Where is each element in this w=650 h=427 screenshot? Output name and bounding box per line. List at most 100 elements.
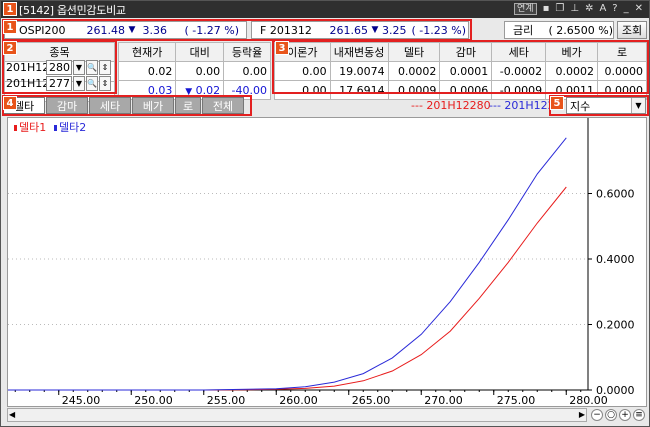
table-cell: 0.0002 (545, 61, 599, 81)
zoom-reset-icon[interactable]: ○ (605, 409, 617, 421)
table-cell: 0.00 (274, 80, 331, 100)
header-pct: 등락율 (223, 42, 271, 62)
chevron-down-icon[interactable]: ▼ (631, 98, 645, 113)
title-bar: 1 [5142] 옵션민감도비교 연계 ▪ ❐ ⊥ ✲ A ? _ ✕ (1, 1, 649, 18)
greeks-table: 이론가 내재변동성 델타 감마 세타 베가 로 0.00 19.0074 0.0… (274, 42, 647, 100)
x-tick-label: 270.00 (424, 394, 463, 406)
stepper-icon[interactable]: ⇕ (99, 60, 111, 75)
strike-value: 280 (49, 61, 70, 74)
table-cell: 0.0009 (387, 80, 441, 100)
tab-all[interactable]: 전체 (202, 97, 244, 114)
change-cell: 0.00 (175, 61, 225, 81)
dropdown-icon[interactable]: ▼ (73, 76, 85, 91)
scroll-right-icon[interactable]: ▶ (579, 410, 585, 419)
settings-icon[interactable]: ✲ (585, 3, 593, 15)
tab-vega[interactable]: 베가 (132, 97, 174, 114)
zoom-out-icon[interactable]: − (591, 409, 603, 421)
badge-title: 1 (3, 2, 17, 16)
delta-chart: 0.0000 0.2000 0.4000 0.6000 245.00 250.00 255.… (7, 117, 647, 407)
stepper-icon[interactable]: ⇕ (99, 76, 111, 91)
title-icons: 연계 ▪ ❐ ⊥ ✲ A ? _ ✕ (514, 3, 643, 15)
strike-select[interactable]: 280 (46, 60, 72, 75)
greek-tabs: 델타 감마 세타 베가 로 전체 (3, 97, 245, 114)
index-pct: ( -1.27 %) (184, 23, 240, 37)
futures-name: F 201312 (260, 23, 312, 37)
tab-gamma[interactable]: 감마 (46, 97, 88, 114)
table-cell: 17.6914 (329, 80, 389, 100)
strike-value: 277 (49, 77, 70, 90)
chart-svg: 0.00000.20000.40000.6000245.00 250.00 255.… (8, 118, 635, 407)
futures-pct: ( -1.23 %) (411, 23, 467, 37)
legend-swatch-1 (14, 125, 17, 131)
main-window: 1 [5142] 옵션민감도비교 연계 ▪ ❐ ⊥ ✲ A ? _ ✕ 1 OS… (0, 0, 650, 427)
dropdown-icon[interactable]: ▼ (73, 60, 85, 75)
index-summary: OSPI200 261.48 ▼ 3.36 ( -1.27 %) (4, 21, 247, 39)
badge-5: 5 (550, 96, 564, 110)
x-tick-label: 265.00 (352, 394, 391, 406)
query-button[interactable]: 조회 (617, 21, 647, 39)
chart-scrollbar[interactable]: ◀ ▶ (7, 408, 587, 422)
futures-value: 261.65 (329, 23, 369, 37)
table-cell: 0.0001 (439, 61, 493, 81)
header-vega: 베가 (545, 42, 599, 62)
header-rho: 로 (597, 42, 647, 62)
badge-2: 2 (3, 41, 17, 55)
header-gamma: 감마 (439, 42, 493, 62)
x-tick-label: 260.00 (279, 394, 318, 406)
font-icon[interactable]: A (599, 3, 606, 15)
futures-summary: F 201312 261.65 ▼ 3.25 ( -1.23 %) (251, 21, 469, 39)
pct-cell: 0.00 (223, 61, 271, 81)
chart-settings-icon[interactable]: ≡ (633, 409, 645, 421)
badge-4: 4 (3, 96, 17, 110)
index-name: OSPI200 (19, 23, 66, 37)
scroll-left-icon[interactable]: ◀ (9, 410, 15, 419)
tab-theta[interactable]: 세타 (89, 97, 131, 114)
y-tick-label: 0.2000 (596, 319, 635, 332)
series-line-1 (8, 186, 567, 391)
index-change: 3.36 (142, 23, 168, 37)
code-value: 201H12 (6, 77, 50, 90)
down-arrow-icon: ▼ (185, 86, 193, 97)
futures-change: 3.25 (382, 23, 407, 37)
disk-icon[interactable]: ▪ (543, 3, 550, 15)
x-tick-label: 280.00 (569, 394, 608, 406)
legend-swatch-2 (54, 125, 57, 131)
legend-label-1: 델타1 (19, 121, 46, 134)
table-cell: -0.0009 (491, 80, 547, 100)
badge-1: 1 (3, 20, 17, 34)
tab-rho[interactable]: 로 (175, 97, 201, 114)
search-icon[interactable]: 🔍 (86, 60, 98, 75)
code-row-2: 201H12 277 ▼ 🔍 ⇕ (6, 76, 111, 91)
table-row: 0.00 19.0074 0.0002 0.0001 -0.0002 0.000… (274, 61, 647, 81)
x-tick-label: 245.00 (62, 394, 101, 406)
header-price: 현재가 (117, 42, 177, 62)
basis-select[interactable]: 지수 ▼ (566, 97, 646, 114)
legend-label-2: 델타2 (59, 121, 86, 134)
pin-icon[interactable]: ⊥ (570, 3, 579, 15)
zoom-controls: − ○ + ≡ (591, 409, 645, 421)
strike-select[interactable]: 277 (46, 76, 72, 91)
price-cell: 0.02 (117, 61, 177, 81)
table-cell: 0.0006 (439, 80, 493, 100)
series-line-2 (8, 137, 567, 391)
rate-label: 금리 (513, 24, 534, 37)
search-icon[interactable]: 🔍 (86, 76, 98, 91)
table-cell: 0.0000 (597, 61, 647, 81)
zoom-in-icon[interactable]: + (619, 409, 631, 421)
y-tick-label: 0.6000 (596, 188, 635, 201)
table-cell: -0.0002 (491, 61, 547, 81)
rate-box: 금리 ( 2.6500 %) (504, 21, 614, 39)
y-tick-label: 0.4000 (596, 253, 635, 266)
table-cell: 0.0002 (387, 61, 441, 81)
change-value: 0.02 (195, 83, 221, 97)
help-icon[interactable]: ? (612, 3, 617, 15)
minimize-icon[interactable]: _ (624, 3, 629, 15)
link-button[interactable]: 연계 (514, 3, 537, 15)
header-theta: 세타 (491, 42, 547, 62)
code-value: 201H12 (6, 61, 50, 74)
price-table: 현재가 대비 등락율 0.02 0.00 0.00 0.03 ▼ 0.02 -4… (117, 42, 271, 100)
x-tick-label: 250.00 (134, 394, 173, 406)
copy-icon[interactable]: ❐ (555, 3, 564, 15)
down-arrow-icon: ▼ (371, 25, 379, 35)
close-icon[interactable]: ✕ (635, 3, 643, 15)
